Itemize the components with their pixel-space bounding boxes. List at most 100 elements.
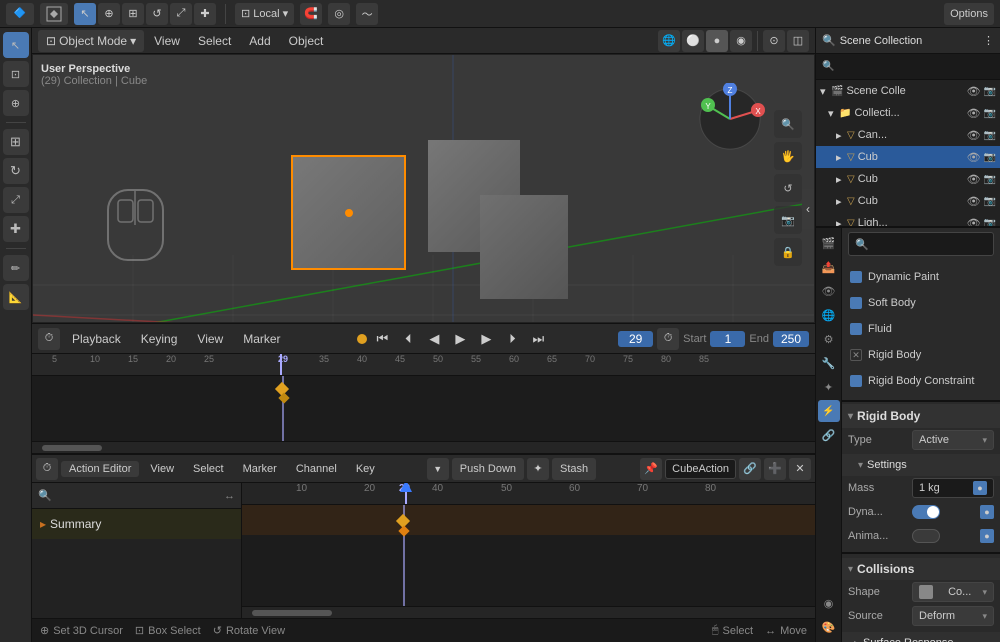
action-scrollbar[interactable] [242,606,815,618]
view-menu[interactable]: View [146,32,188,50]
measure-btn[interactable]: 📐 [3,284,29,310]
animated-driver-icon[interactable]: ● [980,529,994,543]
render-tab[interactable]: 🎬 [818,232,840,254]
play-btn[interactable]: ▶ [449,328,471,350]
action-keyframes-area[interactable] [242,505,815,606]
collisions-header[interactable]: ▾ Collisions [842,558,1000,580]
viewport-shading-render[interactable]: ◉ [730,30,752,52]
timeline-content[interactable] [32,376,815,441]
physics-tab[interactable]: ⚡ [818,400,840,422]
transform-btn[interactable]: ✚ [3,216,29,242]
animated-toggle[interactable] [912,529,940,543]
eye-icon[interactable]: 👁 [967,195,981,208]
object-data-tab[interactable]: ◉ [818,592,840,614]
outliner-item-collection[interactable]: ▾ 📁 Collecti... 👁 📷 [816,102,1000,124]
tweak-btn[interactable]: ⊕ [3,90,29,116]
outliner-dots-icon[interactable]: ⋮ [983,34,994,47]
restrict-icon2[interactable]: 📷 [984,152,996,163]
type-dropdown[interactable]: Active ▾ [912,430,994,450]
zoom-in-btn[interactable]: 🔍 [774,110,802,138]
keying-menu[interactable]: Keying [133,330,186,348]
rigid-body-header[interactable]: ▾ Rigid Body [842,404,1000,428]
timeline-scrollbar[interactable] [32,441,815,453]
outliner-item-cube2[interactable]: ▸ ▽ Cub 👁 📷 [816,168,1000,190]
proportional-icon[interactable]: ◎ [328,3,350,25]
action-new-icon[interactable]: ➕ [764,458,786,480]
dynamic-toggle[interactable] [912,505,940,519]
start-frame[interactable]: 1 [710,331,745,347]
eye-icon[interactable]: 👁 [967,129,981,142]
cursor-tool[interactable]: ⊕ [98,3,120,25]
settings-header[interactable]: ▾ Settings [842,454,1000,476]
physics-dynamic-paint[interactable]: Dynamic Paint [842,264,1000,290]
prev-keyframe-btn[interactable]: ◀ [423,328,445,350]
transform-pivot[interactable]: ⊡ Local ▾ [235,3,294,25]
editor-type-icon[interactable] [40,3,68,25]
eye-icon[interactable]: 👁 [967,151,981,164]
next-frame-btn[interactable]: ⏵ [501,328,523,350]
world-tab[interactable]: 🌐 [818,304,840,326]
end-frame[interactable]: 250 [773,331,809,347]
physics-search-input[interactable] [873,238,1000,250]
restrict-icon[interactable]: 📷 [984,130,996,141]
push-down-btn[interactable]: Push Down [452,458,524,480]
action-unlink-icon[interactable]: 🔗 [739,458,761,480]
action-pin-icon[interactable]: 📌 [640,458,662,480]
action-key-menu[interactable]: Key [348,461,383,477]
dynamic-driver-icon[interactable]: ● [980,505,994,519]
next-keyframe-btn[interactable]: ▶ [475,328,497,350]
rotate-tool[interactable]: ↺ [146,3,168,25]
eye-icon[interactable]: 👁 [967,173,981,186]
cursor-btn[interactable]: ↖ [3,32,29,58]
scale-btn[interactable]: ⤢ [3,187,29,213]
object-tab[interactable]: ⚙ [818,328,840,350]
action-select-menu[interactable]: Select [185,461,232,477]
viewport-3d[interactable]: User Perspective (29) Collection | Cube [32,54,815,323]
lock-btn[interactable]: 🔒 [774,238,802,266]
mode-selector[interactable]: ⊡ Object Mode ▾ [38,30,144,52]
blender-icon[interactable]: 🔷 [6,3,34,25]
outliner-item-cube-sel[interactable]: ▸ ▽ Cub 👁 📷 [816,146,1000,168]
action-view-menu[interactable]: View [142,461,182,477]
playback-menu[interactable]: Playback [64,330,129,348]
constraints-tab[interactable]: 🔗 [818,424,840,446]
mass-driver-icon[interactable]: ● [973,481,987,495]
timeline-type-icon[interactable]: ⏱ [38,328,60,350]
scale-tool[interactable]: ⤢ [170,3,192,25]
action-close-icon[interactable]: ✕ [789,458,811,480]
outliner-item-camera[interactable]: ▸ ▽ Can... 👁 📷 [816,124,1000,146]
action-search-input[interactable] [56,490,220,502]
move-tool[interactable]: ⊞ [122,3,144,25]
camera-btn[interactable]: 📷 [774,206,802,234]
viewport-overlay[interactable]: ⊙ [763,30,785,52]
selected-cube[interactable] [291,155,406,270]
outliner-item-cube3[interactable]: ▸ ▽ Cub 👁 📷 [816,190,1000,212]
output-tab[interactable]: 📤 [818,256,840,278]
restrict-icon5[interactable]: 📷 [984,218,996,229]
action-scroll-thumb[interactable] [252,610,332,616]
action-channel-menu[interactable]: Channel [288,461,345,477]
move-btn[interactable]: ⊞ [3,129,29,155]
eye-icon[interactable]: 👁 [967,107,981,120]
summary-track[interactable]: ▸ Summary [32,509,241,539]
annotate-btn[interactable]: ✏ [3,255,29,281]
restrict-icon3[interactable]: 📷 [984,174,996,185]
add-menu[interactable]: Add [241,32,278,50]
cube3[interactable] [480,195,568,299]
push-down-star-icon[interactable]: ✦ [527,458,549,480]
zoom-out-btn[interactable]: 🖐 [774,142,802,170]
viewport-gizmo[interactable]: X Y Z [694,83,766,155]
options-button[interactable]: Options [944,3,994,25]
physics-rigid-body-constraint[interactable]: Rigid Body Constraint [842,368,1000,394]
timeline-marker-menu[interactable]: Marker [235,330,288,348]
orbit-btn[interactable]: ↺ [774,174,802,202]
restrict-icon4[interactable]: 📷 [984,196,996,207]
mass-value[interactable]: 1 kg ● [912,478,994,498]
action-editor-type-label[interactable]: Action Editor [61,461,139,477]
outliner-item-light[interactable]: ▸ ▽ Ligh... 👁 📷 [816,212,1000,228]
outliner-item-scene[interactable]: ▾ 🎬 Scene Colle 👁 📷 [816,80,1000,102]
viewport-shading-2[interactable]: ⚪ [682,30,704,52]
jump-start-btn[interactable]: ⏮ [371,328,393,350]
physics-soft-body[interactable]: Soft Body [842,290,1000,316]
action-name[interactable]: CubeAction [665,459,736,479]
